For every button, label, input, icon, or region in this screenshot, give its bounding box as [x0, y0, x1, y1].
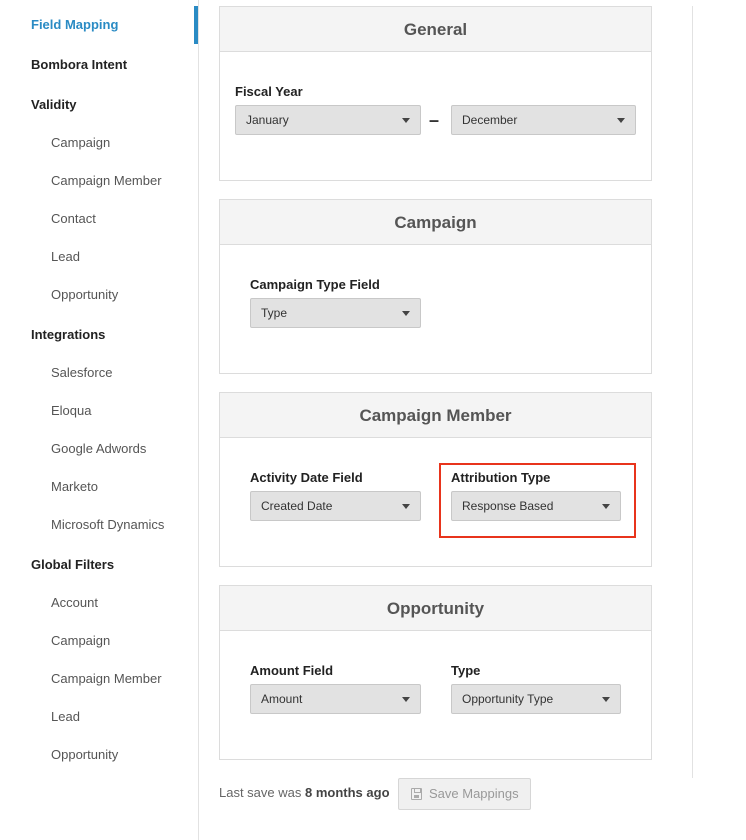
- chevron-down-icon: [402, 311, 410, 316]
- general-panel: General Fiscal Year January – December: [219, 6, 652, 181]
- opportunity-type-select[interactable]: Opportunity Type: [451, 684, 621, 714]
- amount-field-select[interactable]: Amount: [250, 684, 421, 714]
- general-panel-title: General: [220, 7, 651, 52]
- activity-date-field-value: Created Date: [261, 499, 333, 513]
- content-divider: [692, 6, 693, 778]
- range-separator: –: [429, 110, 440, 130]
- active-indicator: [194, 6, 198, 44]
- sidebar-section-validity[interactable]: Validity: [31, 97, 230, 113]
- opportunity-type-value: Opportunity Type: [462, 692, 554, 706]
- sidebar-item-field-mapping[interactable]: Field Mapping: [31, 17, 230, 33]
- last-save-prefix: Last save was: [219, 785, 302, 800]
- fiscal-year-start-value: January: [246, 113, 289, 127]
- opportunity-panel: Opportunity Amount Field Amount Type Opp…: [219, 585, 652, 760]
- floppy-disk-icon: [411, 788, 422, 800]
- save-mappings-button[interactable]: Save Mappings: [398, 778, 531, 810]
- opportunity-panel-title: Opportunity: [220, 586, 651, 631]
- save-mappings-label: Save Mappings: [429, 786, 519, 801]
- sidebar: Field Mapping Bombora Intent Validity Ca…: [0, 0, 199, 840]
- chevron-down-icon: [602, 697, 610, 702]
- campaign-panel-title: Campaign: [220, 200, 651, 245]
- campaign-type-field-value: Type: [261, 306, 288, 320]
- amount-field-label: Amount Field: [250, 663, 334, 678]
- chevron-down-icon: [402, 118, 410, 123]
- campaign-panel: Campaign Campaign Type Field Type: [219, 199, 652, 374]
- chevron-down-icon: [617, 118, 625, 123]
- attribution-type-highlight: [439, 463, 636, 538]
- sidebar-item-bombora-intent[interactable]: Bombora Intent: [31, 57, 230, 73]
- fiscal-year-end-value: December: [462, 113, 518, 127]
- campaign-type-field-select[interactable]: Type: [250, 298, 421, 328]
- last-save-status: Last save was 8 months ago: [219, 785, 390, 800]
- sidebar-section-global-filters[interactable]: Global Filters: [31, 557, 230, 573]
- activity-date-field-label: Activity Date Field: [250, 470, 363, 485]
- last-save-time: 8 months ago: [305, 785, 390, 800]
- sidebar-section-integrations[interactable]: Integrations: [31, 327, 230, 343]
- fiscal-year-start-select[interactable]: January: [235, 105, 421, 135]
- activity-date-field-select[interactable]: Created Date: [250, 491, 421, 521]
- chevron-down-icon: [402, 504, 410, 509]
- campaign-type-field-label: Campaign Type Field: [250, 277, 380, 292]
- fiscal-year-label: Fiscal Year: [235, 84, 303, 99]
- amount-field-value: Amount: [261, 692, 303, 706]
- chevron-down-icon: [402, 697, 410, 702]
- fiscal-year-end-select[interactable]: December: [451, 105, 636, 135]
- campaign-member-panel: Campaign Member Activity Date Field Crea…: [219, 392, 652, 567]
- campaign-member-panel-title: Campaign Member: [220, 393, 651, 438]
- opportunity-type-label: Type: [451, 663, 481, 678]
